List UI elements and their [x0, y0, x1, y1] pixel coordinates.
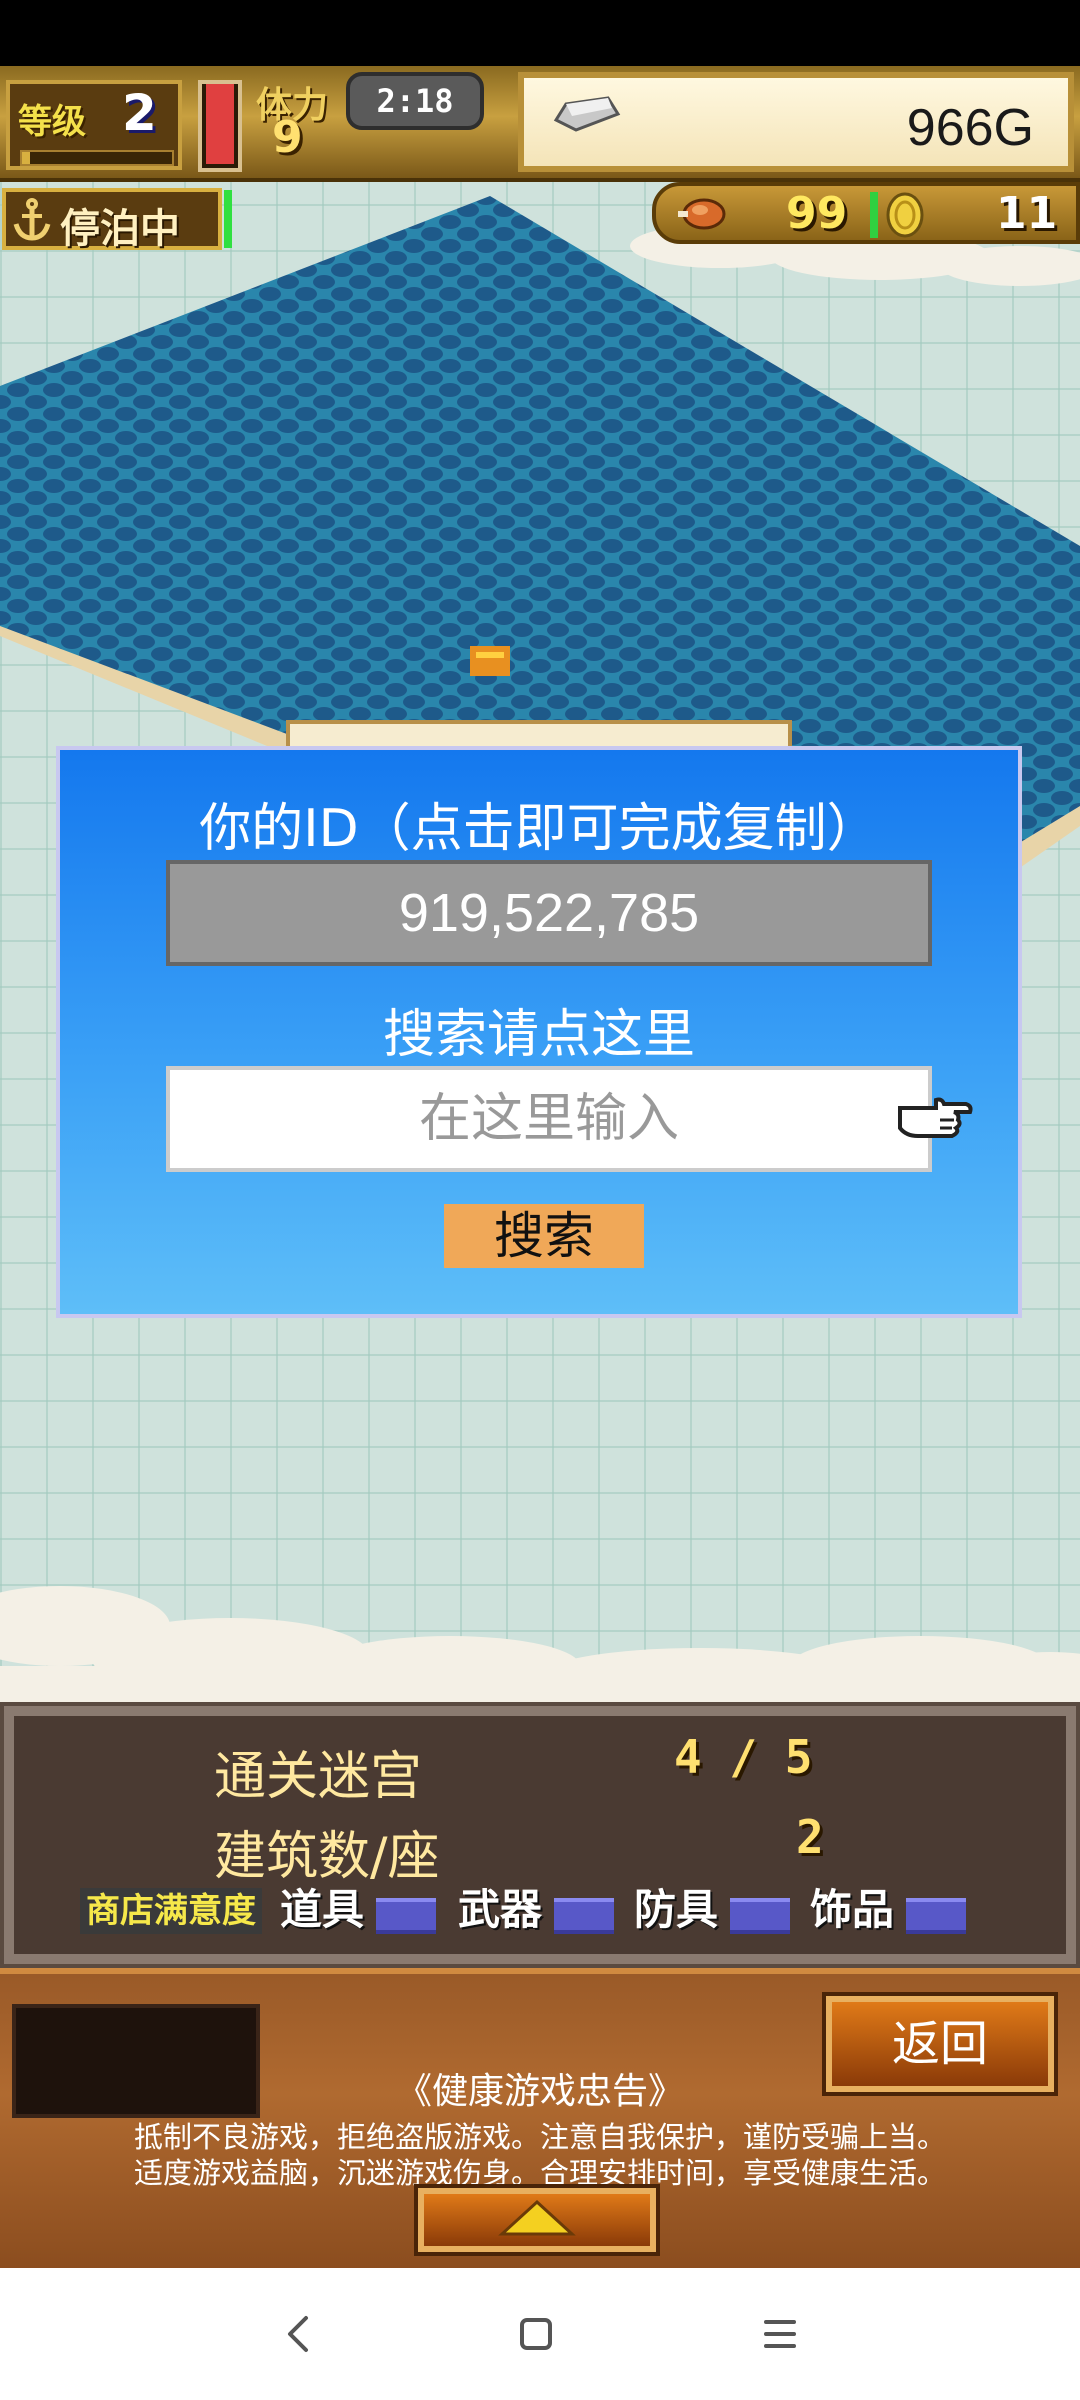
search-input[interactable]: [166, 1066, 932, 1172]
anchor-indicator: [224, 190, 232, 248]
cloud-bottom: [0, 1586, 1080, 1706]
stamina-fill: [206, 84, 234, 164]
dialog-title[interactable]: 你的ID（点击即可完成复制）: [60, 786, 1018, 861]
search-title: 搜索请点这里: [382, 1005, 695, 1065]
resource-display: 99 11: [652, 182, 1080, 244]
bottom-panel: 返回 《健康游戏忠告》 抵制不良游戏，拒绝盗版游戏。注意自我保护，谨防受骗上当。…: [0, 1968, 1080, 2274]
level-label: 等级: [18, 102, 86, 142]
category-items-bar: [376, 1898, 436, 1934]
expand-up-button[interactable]: [414, 2184, 660, 2256]
gold-value: 966G: [906, 99, 1034, 157]
pointing-hand-icon: [898, 1097, 973, 1138]
stamina-bar: [198, 80, 242, 172]
category-items-label: 道具: [280, 1885, 365, 1934]
nav-menu-icon[interactable]: [750, 2304, 810, 2364]
coin-count: 11: [996, 188, 1058, 239]
anchor-label: 停泊中: [60, 206, 180, 252]
category-armor-label: 防具: [634, 1885, 719, 1934]
nav-back-icon[interactable]: [268, 2304, 328, 2364]
island-building: [470, 646, 510, 676]
category-accessories-label: 饰品: [810, 1885, 895, 1934]
silver-ingot-icon: [553, 96, 621, 132]
level-xp-bar: [20, 150, 174, 166]
resource-divider: [870, 192, 878, 238]
dungeons-cleared-value: 4 / 5: [674, 1730, 813, 1784]
building-count-label: 建筑数/座: [214, 1827, 440, 1887]
nav-home-icon[interactable]: [506, 2304, 566, 2364]
category-weapons-bar: [554, 1898, 614, 1934]
arrow-up-icon: [498, 2199, 576, 2236]
status-bar: [0, 0, 1080, 66]
meat-count: 99: [786, 188, 848, 239]
time-value: 2:18: [376, 82, 454, 120]
stats-panel: 通关迷宫 4 / 5 建筑数/座 2 商店满意度 道具 武器 防具 饰品: [0, 1702, 1080, 1968]
id-search-dialog: 你的ID（点击即可完成复制） 919,522,785 搜索请点这里 搜索: [56, 746, 1022, 1318]
anchor-status[interactable]: 停泊中: [2, 188, 222, 252]
category-accessories-bar: [906, 1898, 966, 1934]
time-display: 2:18: [346, 72, 484, 130]
category-weapons-label: 武器: [458, 1885, 543, 1934]
medal-coin-icon: [886, 192, 924, 238]
category-armor-bar: [730, 1898, 790, 1934]
level-xp-fill: [22, 152, 30, 164]
level-value: 2: [122, 84, 157, 142]
gold-display[interactable]: 966G: [518, 72, 1074, 172]
health-notice-title: 《健康游戏忠告》: [395, 2071, 684, 2112]
system-nav-bar: [0, 2268, 1080, 2400]
building-count-value: 2: [796, 1810, 824, 1864]
level-indicator: 等级 2: [6, 80, 182, 170]
health-notice-line-2: 适度游戏益脑，沉迷游戏伤身。合理安排时间，享受健康生活。: [133, 2156, 946, 2190]
stamina-value: 9: [272, 112, 303, 163]
meat-icon: [678, 198, 726, 230]
shop-satisfaction-label: 商店满意度: [80, 1888, 262, 1934]
search-button[interactable]: 搜索: [444, 1204, 644, 1268]
player-id-field[interactable]: 919,522,785: [166, 860, 932, 966]
anchor-icon: [13, 198, 51, 241]
dungeons-cleared-label: 通关迷宫: [214, 1747, 423, 1807]
